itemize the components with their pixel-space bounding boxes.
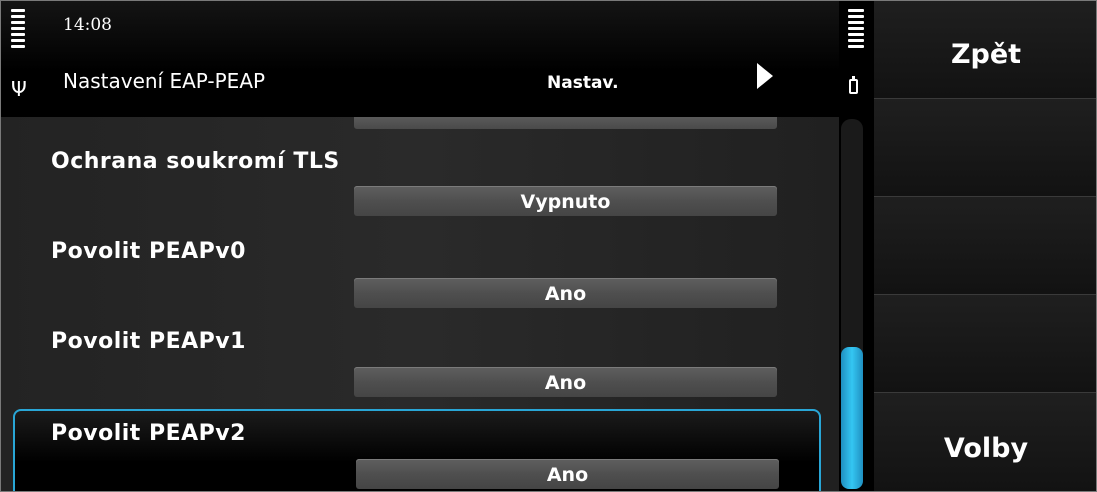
empty-softkey — [874, 197, 1096, 295]
battery-icon — [849, 76, 858, 94]
signal-strength-icon — [9, 9, 27, 48]
partially-hidden-field[interactable] — [354, 117, 777, 129]
tab-settings[interactable]: Nastav. — [547, 73, 619, 93]
setting-value-field[interactable]: Ano — [354, 367, 777, 397]
setting-value-field[interactable]: Ano — [354, 278, 777, 308]
back-button-label: Zpět — [950, 39, 1022, 70]
phone-screen: Ψ 14:08 Nastavení EAP-PEAP Nastav. Ochra… — [0, 0, 1097, 492]
scrollbar[interactable] — [841, 119, 863, 489]
options-button[interactable]: Volby — [874, 393, 1096, 491]
battery-level-icon — [845, 9, 867, 48]
list-item-selected[interactable]: Povolit PEAPv2 Ano — [13, 409, 821, 491]
setting-label: Povolit PEAPv1 — [51, 329, 246, 354]
status-header: Ψ 14:08 Nastavení EAP-PEAP Nastav. — [1, 1, 839, 117]
antenna-icon: Ψ — [11, 77, 27, 101]
setting-value-field[interactable]: Vypnuto — [354, 186, 777, 216]
options-button-label: Volby — [943, 433, 1029, 464]
list-item[interactable]: Povolit PEAPv1 Ano — [1, 329, 839, 417]
back-button[interactable]: Zpět — [874, 1, 1096, 99]
setting-label: Povolit PEAPv0 — [51, 239, 246, 264]
setting-label: Povolit PEAPv2 — [51, 421, 246, 446]
softkey-panel: Zpět Volby — [874, 1, 1096, 491]
list-item[interactable]: Ochrana soukromí TLS Vypnuto — [1, 149, 839, 237]
empty-softkey — [874, 99, 1096, 197]
setting-label: Ochrana soukromí TLS — [51, 149, 340, 174]
page-title: Nastavení EAP-PEAP — [63, 69, 266, 93]
setting-value-field[interactable]: Ano — [356, 459, 779, 489]
empty-softkey — [874, 295, 1096, 393]
scrollbar-thumb[interactable] — [841, 347, 863, 489]
clock: 14:08 — [63, 15, 112, 35]
list-item[interactable]: Povolit PEAPv0 Ano — [1, 239, 839, 327]
next-tab-arrow-icon[interactable] — [757, 63, 773, 89]
